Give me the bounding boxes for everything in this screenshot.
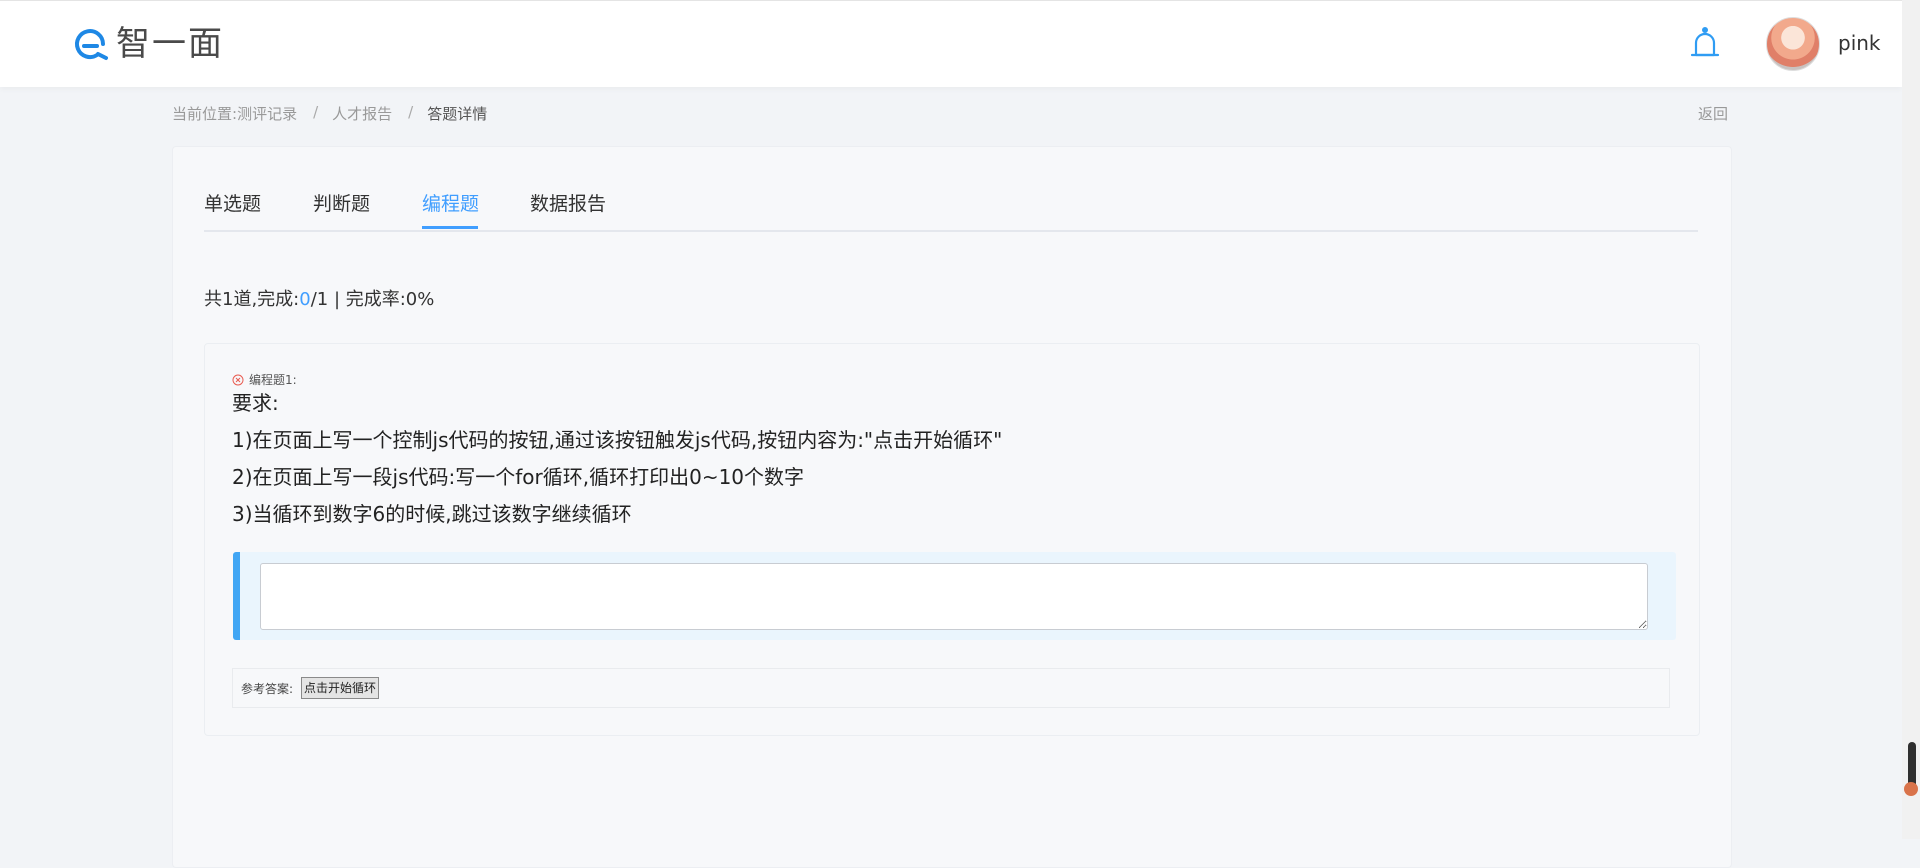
tab-programming[interactable]: 编程题 bbox=[422, 190, 479, 218]
completion-rate: | 完成率:0% bbox=[328, 289, 435, 310]
logo-icon bbox=[75, 29, 108, 60]
wrong-circle-icon bbox=[232, 374, 244, 385]
active-tab-indicator bbox=[422, 226, 478, 229]
user-name[interactable]: pink bbox=[1838, 31, 1881, 55]
tab-data-report[interactable]: 数据报告 bbox=[530, 190, 606, 218]
tab-single-choice[interactable]: 单选题 bbox=[204, 190, 261, 218]
question-requirements: 要求: 1)在页面上写一个控制js代码的按钮,通过该按钮触发js代码,按钮内容为… bbox=[232, 390, 1002, 538]
scrollbar[interactable] bbox=[1902, 0, 1920, 839]
top-navigation-bar: 智一面 pink bbox=[0, 0, 1902, 87]
breadcrumb-item-assessment-records[interactable]: 测评记录 bbox=[237, 103, 297, 124]
question-title: 编程题1: bbox=[232, 371, 297, 388]
breadcrumb-separator: / bbox=[408, 103, 414, 121]
logo[interactable]: 智一面 bbox=[72, 27, 224, 61]
requirement-heading: 要求: bbox=[232, 391, 279, 415]
reference-answer-label: 参考答案: bbox=[241, 681, 294, 696]
total-count: /1 bbox=[310, 289, 329, 310]
scroll-handle-icon[interactable] bbox=[1904, 782, 1918, 796]
breadcrumb-item-talent-report[interactable]: 人才报告 bbox=[332, 103, 392, 124]
requirement-line-1: 1)在页面上写一个控制js代码的按钮,通过该按钮触发js代码,按钮内容为:"点击… bbox=[232, 428, 1003, 452]
back-link[interactable]: 返回 bbox=[1698, 103, 1728, 124]
tab-true-false[interactable]: 判断题 bbox=[313, 190, 370, 218]
logo-text: 智一面 bbox=[116, 24, 224, 64]
question-title-text: 编程题1: bbox=[249, 373, 297, 387]
completed-count: 0 bbox=[299, 289, 311, 310]
breadcrumb-prefix: 当前位置: bbox=[172, 105, 238, 123]
breadcrumb-item-answer-details: 答题详情 bbox=[427, 105, 488, 123]
requirement-line-2: 2)在页面上写一段js代码:写一个for循环,循环打印出0~10个数字 bbox=[232, 465, 805, 489]
answer-textarea[interactable] bbox=[260, 563, 1648, 630]
reference-answer-box: 参考答案: 点击开始循环 bbox=[232, 668, 1670, 708]
requirement-line-3: 3)当循环到数字6的时候,跳过该数字继续循环 bbox=[232, 502, 632, 526]
user-avatar[interactable] bbox=[1766, 17, 1820, 71]
breadcrumb-separator: / bbox=[313, 103, 319, 121]
breadcrumb: 当前位置: 测评记录 / 人才报告 / 答题详情 bbox=[172, 103, 487, 124]
start-loop-button[interactable]: 点击开始循环 bbox=[301, 677, 380, 699]
summary-prefix: 共1道,完成: bbox=[204, 289, 300, 310]
bell-icon[interactable] bbox=[1688, 25, 1722, 65]
completion-summary: 共1道,完成:0/1 | 完成率:0% bbox=[204, 285, 434, 311]
